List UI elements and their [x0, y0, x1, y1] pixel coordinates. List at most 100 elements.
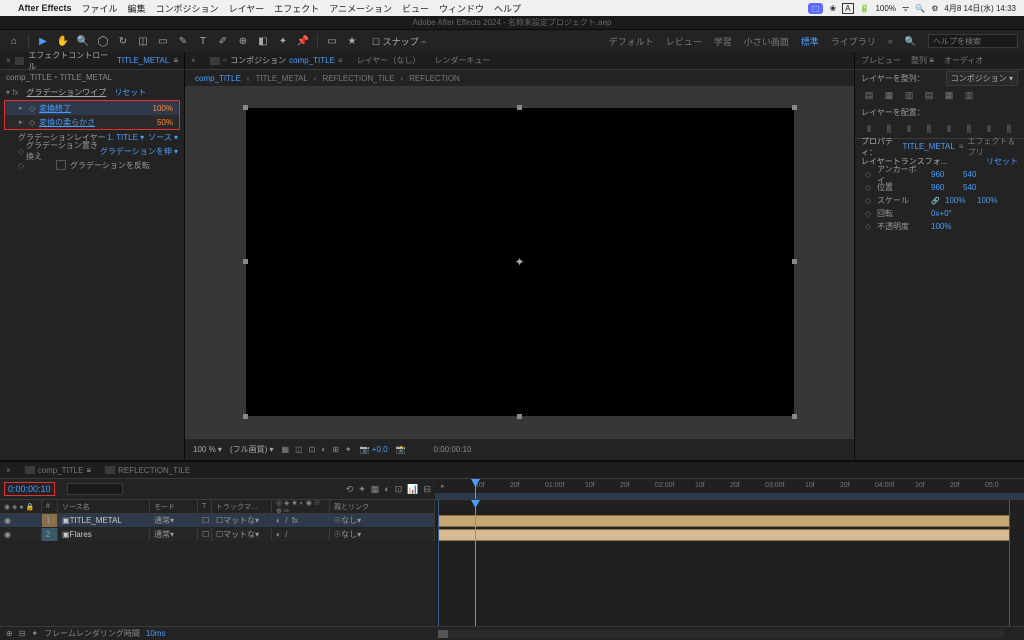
prop-grad-placement[interactable]: ◇ グラデーション置き換え グラデーションを伸 ▾: [0, 144, 184, 158]
effect-reset[interactable]: リセット: [114, 87, 146, 98]
status-pill-icon[interactable]: ⬚: [808, 3, 824, 14]
panel-menu-icon[interactable]: ×: [6, 56, 11, 65]
breadcrumb-item[interactable]: REFLECTION_TILE: [322, 74, 394, 83]
layer-row[interactable]: ◉ 1 ▣ TITLE_METAL 通常 ▾ ☐ ☐ マットな▾ ◐ / fx …: [0, 514, 435, 528]
handle[interactable]: [243, 414, 248, 419]
checkbox[interactable]: [56, 160, 66, 170]
text-tool-icon[interactable]: T: [195, 33, 211, 49]
timeline-track-area[interactable]: [435, 500, 1024, 640]
menu-effect[interactable]: エフェクト: [274, 2, 319, 15]
tl-icon[interactable]: 📊: [407, 484, 418, 495]
composition-viewer[interactable]: ✦: [185, 86, 854, 438]
prop-rotation[interactable]: ◇回転0x+0°: [855, 207, 1024, 220]
zoom-scrubber[interactable]: [438, 630, 1004, 638]
handle[interactable]: [517, 414, 522, 419]
handle[interactable]: [792, 105, 797, 110]
search-icon[interactable]: 🔍: [905, 36, 916, 47]
timeline-ruler[interactable]: ▸ 10f 20f 01:00f 10f 20f 02:00f 10f 20f …: [435, 479, 1024, 499]
handle[interactable]: [792, 259, 797, 264]
prop-opacity[interactable]: ◇不透明度100%: [855, 220, 1024, 233]
tl-icon[interactable]: ▦: [371, 484, 380, 495]
channel-icon[interactable]: ⊞: [332, 445, 339, 454]
dist-icon[interactable]: ⫼: [881, 122, 897, 136]
prop-grad-invert[interactable]: ◇ グラデーションを反転: [0, 158, 184, 172]
render-queue-tab[interactable]: レンダーキュー: [434, 55, 490, 66]
prop-transition-soft[interactable]: ▸◇ 変換の柔らかさ 50%: [5, 115, 179, 129]
snapshot-icon[interactable]: 📸: [396, 445, 406, 454]
menu-window[interactable]: ウィンドウ: [439, 2, 484, 15]
shape-tool-icon[interactable]: ▭: [155, 33, 171, 49]
playhead-line[interactable]: [475, 500, 476, 640]
comp-tab-active[interactable]: 𝄐 コンポジション comp_TITLE ≡: [210, 55, 343, 66]
handle[interactable]: [517, 105, 522, 110]
render-canvas[interactable]: ✦: [246, 108, 794, 416]
align-right-icon[interactable]: ▥: [901, 88, 917, 102]
dist-icon[interactable]: ⫼: [961, 122, 977, 136]
tl-icon[interactable]: ✦: [358, 484, 366, 495]
dist-icon[interactable]: ⫼: [921, 122, 937, 136]
home-icon[interactable]: ⌂: [6, 33, 22, 49]
exposure[interactable]: 📷 +0.0: [360, 445, 388, 454]
menu-composition[interactable]: コンポジション: [156, 2, 219, 15]
search-icon[interactable]: 🔍: [915, 4, 925, 13]
app-name[interactable]: After Effects: [18, 3, 72, 13]
prop-scale[interactable]: ◇スケール🔗100%100%: [855, 194, 1024, 207]
hand-tool-icon[interactable]: ✋: [55, 33, 71, 49]
current-time[interactable]: 0:00:00:10: [434, 445, 472, 454]
toggle-icon[interactable]: ⊕: [6, 629, 13, 638]
align-middle-icon[interactable]: ▦: [941, 88, 957, 102]
workspace-library[interactable]: ライブラリ: [831, 35, 876, 48]
menu-file[interactable]: ファイル: [82, 2, 118, 15]
align-to-dropdown[interactable]: コンポジション ▾: [946, 71, 1018, 86]
menu-help[interactable]: ヘルプ: [494, 2, 521, 15]
panel-icon[interactable]: ×: [191, 56, 196, 65]
layer-bar[interactable]: [438, 529, 1010, 541]
brush-tool-icon[interactable]: ✐: [215, 33, 231, 49]
work-area-start[interactable]: [438, 500, 439, 640]
workspace-review[interactable]: レビュー: [666, 35, 702, 48]
align-left-icon[interactable]: ▤: [861, 88, 877, 102]
mask-icon[interactable]: ◫: [295, 445, 303, 454]
prop-transition-end[interactable]: ▸◇ 変換終了 100%: [5, 101, 179, 115]
prop-anchor[interactable]: ◇アンカーポイ…960540: [855, 168, 1024, 181]
timeline-tab-reflection[interactable]: REFLECTION_TILE: [105, 466, 190, 475]
breadcrumb-item[interactable]: comp_TITLE: [195, 74, 241, 83]
layer-tab[interactable]: レイヤー（なし）: [357, 55, 421, 66]
dist-icon[interactable]: ⫴: [941, 122, 957, 136]
menubar-icon[interactable]: ❀: [829, 4, 836, 13]
timeline-search[interactable]: [67, 483, 123, 495]
eraser-tool-icon[interactable]: ◧: [255, 33, 271, 49]
tl-icon[interactable]: ⊟: [423, 484, 431, 495]
anchor-point-icon[interactable]: ✦: [514, 255, 524, 269]
menubar-icon[interactable]: A: [842, 3, 853, 14]
effect-name[interactable]: グラデーションワイプ: [26, 87, 106, 98]
effect-header[interactable]: ▾ fx グラデーションワイプ リセット: [0, 84, 184, 100]
menu-animation[interactable]: アニメーション: [329, 2, 392, 15]
dist-icon[interactable]: ⫴: [981, 122, 997, 136]
snap-toggle[interactable]: ☐ スナップ 𝄐: [372, 35, 426, 48]
zoom-dropdown[interactable]: 100 % ▾: [193, 445, 222, 454]
resolution-dropdown[interactable]: (フル画質) ▾: [230, 444, 274, 455]
breadcrumb-item[interactable]: TITLE_METAL: [255, 74, 307, 83]
menu-view[interactable]: ビュー: [402, 2, 429, 15]
color-icon[interactable]: ✦: [345, 445, 352, 454]
layer-row[interactable]: ◉ 2 ▣ Flares 通常 ▾ ☐ ☐ マットな▾ ◐ / ☉ なし ▾: [0, 528, 435, 542]
preview-tab[interactable]: プレビュー: [861, 55, 901, 66]
region-icon[interactable]: ⊡: [309, 445, 316, 454]
breadcrumb-item[interactable]: REFLECTION: [409, 74, 460, 83]
pen-tool-icon[interactable]: ✎: [175, 33, 191, 49]
alpha-icon[interactable]: ◐: [321, 445, 326, 454]
effects-tab[interactable]: エフェクトコントロール: [28, 50, 113, 72]
align-top-icon[interactable]: ▤: [921, 88, 937, 102]
clone-tool-icon[interactable]: ⊕: [235, 33, 251, 49]
camera-tool-icon[interactable]: ◫: [135, 33, 151, 49]
control-center-icon[interactable]: ⚙: [931, 4, 938, 13]
clock[interactable]: 4月8 14日(水) 14:33: [944, 3, 1016, 14]
fx-preset-tab[interactable]: エフェクト＆プリ: [968, 136, 1019, 158]
rotate-tool-icon[interactable]: ↻: [115, 33, 131, 49]
handle[interactable]: [243, 105, 248, 110]
puppet-tool-icon[interactable]: 📌: [295, 33, 311, 49]
panel-icon[interactable]: ×: [6, 466, 11, 475]
grid-icon[interactable]: ▦: [282, 445, 290, 454]
help-search-input[interactable]: [928, 34, 1018, 48]
